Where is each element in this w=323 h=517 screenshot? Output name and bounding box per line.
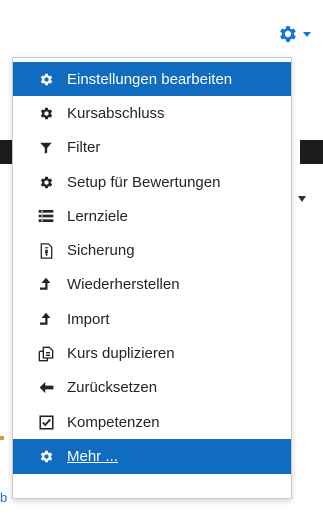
menu-item-label: Kompetenzen [67, 413, 160, 431]
gear-icon [37, 104, 55, 122]
menu-item-filter[interactable]: Filter [13, 131, 291, 165]
menu-item-label: Zurücksetzen [67, 379, 158, 397]
menu-item-sicherung[interactable]: Sicherung [13, 233, 291, 267]
menu-item-wiederherstellen[interactable]: Wiederherstellen [13, 268, 291, 302]
menu-item-einstellungen-bearbeiten[interactable]: Einstellungen bearbeiten [13, 62, 291, 97]
menu-item-mehr[interactable]: Mehr ... [13, 439, 291, 474]
menu-item-label: Sicherung [67, 242, 135, 260]
menu-item-lernziele[interactable]: Lernziele [13, 199, 291, 233]
menu-item-zuruecksetzen[interactable]: Zurücksetzen [13, 371, 291, 405]
gear-icon [37, 70, 55, 88]
menu-item-label: Kursabschluss [67, 104, 165, 122]
menu-item-setup-fuer-bewertungen[interactable]: Setup für Bewertungen [13, 165, 291, 199]
filter-icon [37, 139, 55, 157]
menu-item-label: Filter [67, 139, 101, 157]
menu-item-kurs-duplizieren[interactable]: Kurs duplizieren [13, 336, 291, 370]
background-link-fragment: b [0, 490, 8, 505]
menu-item-import[interactable]: Import [13, 302, 291, 336]
menu-item-label: Lernziele [67, 207, 128, 225]
course-settings-dropdown: Einstellungen bearbeiten Kursabschluss F… [12, 57, 292, 499]
arrow-left-icon [37, 379, 55, 397]
background-fragment [0, 436, 4, 440]
copy-icon [37, 345, 55, 363]
menu-item-label: Import [67, 310, 110, 328]
gear-icon [37, 447, 55, 465]
background-image-fragment [0, 140, 12, 164]
menu-item-label: Kurs duplizieren [67, 345, 175, 363]
menu-item-kompetenzen[interactable]: Kompetenzen [13, 405, 291, 439]
backup-file-icon [37, 242, 55, 260]
background-caret [298, 196, 306, 202]
course-settings-menu-button[interactable] [277, 20, 317, 48]
checkbox-icon [37, 413, 55, 431]
list-icon [37, 207, 55, 225]
menu-item-label: Mehr ... [67, 447, 118, 465]
upload-arrow-icon [37, 310, 55, 328]
gear-icon [37, 173, 55, 191]
menu-item-label: Einstellungen bearbeiten [67, 70, 233, 88]
menu-item-label: Setup für Bewertungen [67, 173, 221, 191]
chevron-down-icon [303, 31, 311, 37]
gear-icon [277, 23, 299, 45]
background-image-fragment [300, 140, 323, 164]
menu-item-kursabschluss[interactable]: Kursabschluss [13, 96, 291, 130]
upload-arrow-icon [37, 276, 55, 294]
menu-item-label: Wiederherstellen [67, 276, 180, 294]
